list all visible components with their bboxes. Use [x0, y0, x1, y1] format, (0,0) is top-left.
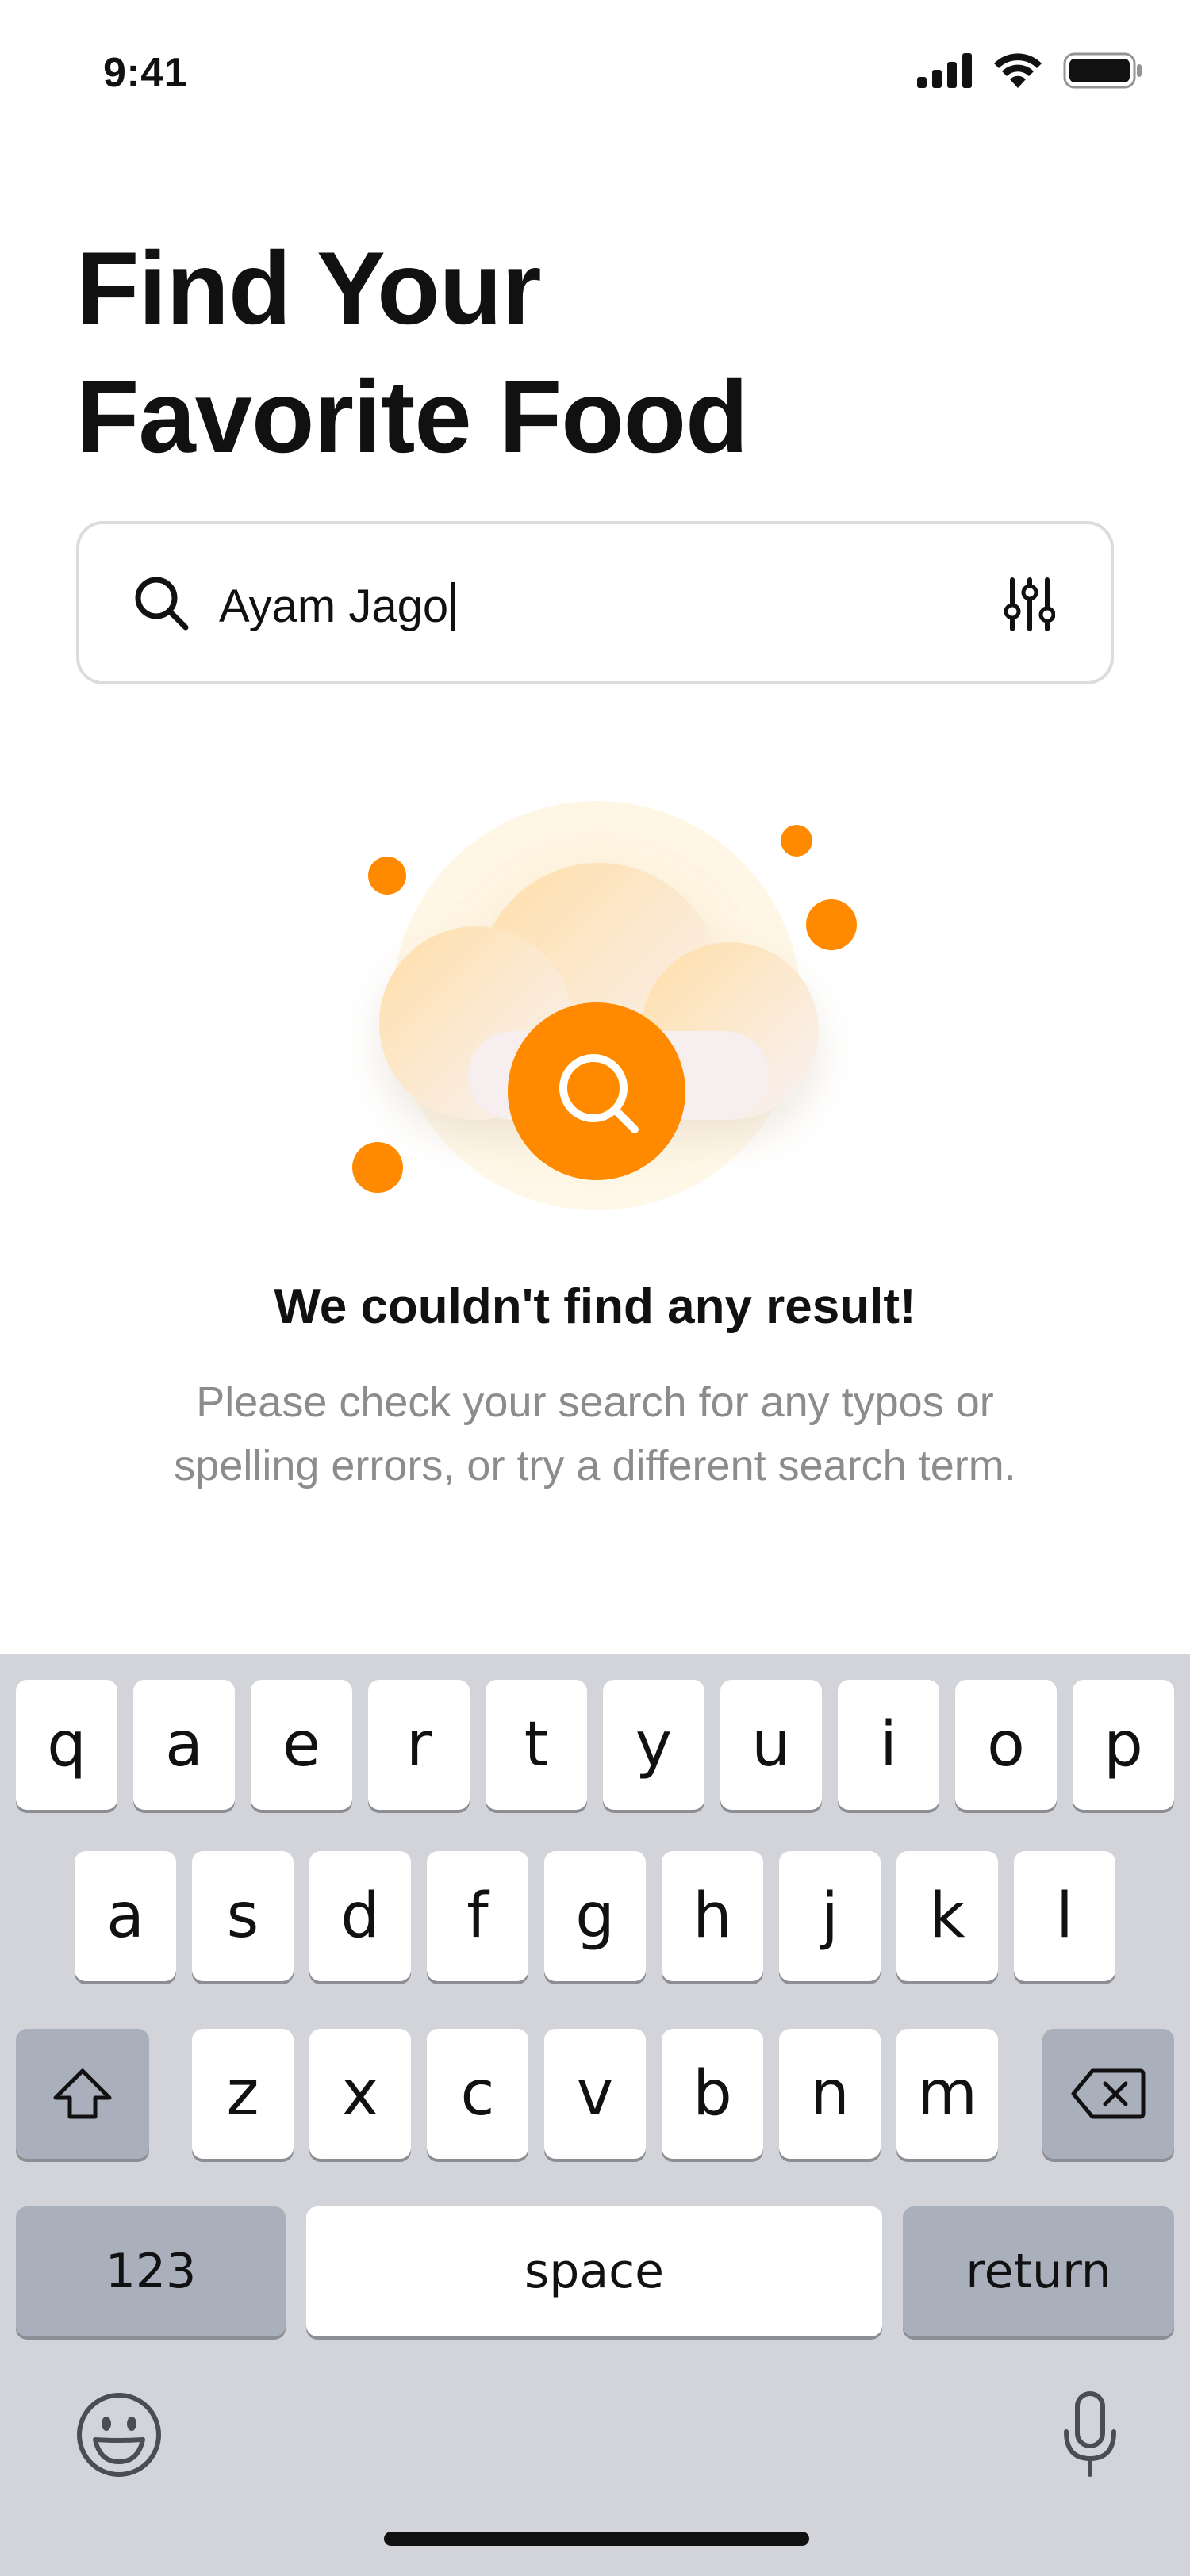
shift-key[interactable]: [16, 2029, 149, 2159]
empty-state-description: Please check your search for any typos o…: [174, 1378, 1016, 1489]
onscreen-keyboard: q a e r t y u i o p a s d f g h j k l z …: [0, 1654, 1190, 2576]
key-d[interactable]: d: [309, 1851, 411, 1981]
key-h[interactable]: h: [662, 1851, 763, 1981]
search-screen: 9:41 Find Your Favorite Food Ayam Jago W…: [0, 0, 1190, 2576]
key-l[interactable]: l: [1014, 1851, 1115, 1981]
battery-icon: [1063, 52, 1142, 89]
cellular-signal-icon: [917, 53, 972, 88]
numbers-key[interactable]: 123: [16, 2206, 286, 2336]
shift-icon: [53, 2068, 112, 2119]
key-a-top[interactable]: a: [133, 1680, 235, 1810]
key-c[interactable]: c: [427, 2029, 528, 2159]
no-result-illustration: [352, 801, 857, 1210]
status-icons: [917, 52, 1142, 89]
key-o[interactable]: o: [955, 1680, 1057, 1810]
empty-state-title: We couldn't find any result!: [274, 1279, 916, 1334]
key-j[interactable]: j: [779, 1851, 881, 1981]
status-time: 9:41: [103, 50, 188, 96]
key-p[interactable]: p: [1073, 1680, 1174, 1810]
home-indicator[interactable]: [384, 2532, 809, 2546]
key-i[interactable]: i: [838, 1680, 939, 1810]
space-key[interactable]: space: [306, 2206, 882, 2336]
key-f[interactable]: f: [427, 1851, 528, 1981]
key-a[interactable]: a: [75, 1851, 176, 1981]
key-g[interactable]: g: [544, 1851, 646, 1981]
page-title-line-2: Favorite Food: [76, 358, 748, 474]
key-s[interactable]: s: [192, 1851, 294, 1981]
search-icon: [135, 577, 189, 631]
key-u[interactable]: u: [720, 1680, 822, 1810]
key-k[interactable]: k: [896, 1851, 998, 1981]
backspace-icon: [1071, 2068, 1146, 2119]
wifi-icon: [994, 53, 1042, 88]
key-x[interactable]: x: [309, 2029, 411, 2159]
key-b[interactable]: b: [662, 2029, 763, 2159]
search-input[interactable]: Ayam Jago: [76, 521, 1114, 684]
key-n[interactable]: n: [779, 2029, 881, 2159]
filter-sliders-icon[interactable]: [1004, 577, 1055, 632]
key-z[interactable]: z: [192, 2029, 294, 2159]
search-query: Ayam Jago: [219, 581, 449, 632]
key-y[interactable]: y: [603, 1680, 704, 1810]
key-r[interactable]: r: [368, 1680, 470, 1810]
page-title: Find Your Favorite Food: [76, 224, 748, 481]
microphone-icon[interactable]: [1061, 2390, 1119, 2479]
key-q[interactable]: q: [16, 1680, 117, 1810]
key-v[interactable]: v: [544, 2029, 646, 2159]
key-m[interactable]: m: [896, 2029, 998, 2159]
key-t[interactable]: t: [486, 1680, 587, 1810]
search-input-value[interactable]: Ayam Jago: [219, 580, 455, 633]
return-key[interactable]: return: [903, 2206, 1174, 2336]
emoji-icon[interactable]: [75, 2390, 163, 2479]
key-e[interactable]: e: [251, 1680, 352, 1810]
delete-key[interactable]: [1042, 2029, 1174, 2159]
text-caret: [451, 581, 455, 631]
page-title-line-1: Find Your: [76, 230, 542, 346]
